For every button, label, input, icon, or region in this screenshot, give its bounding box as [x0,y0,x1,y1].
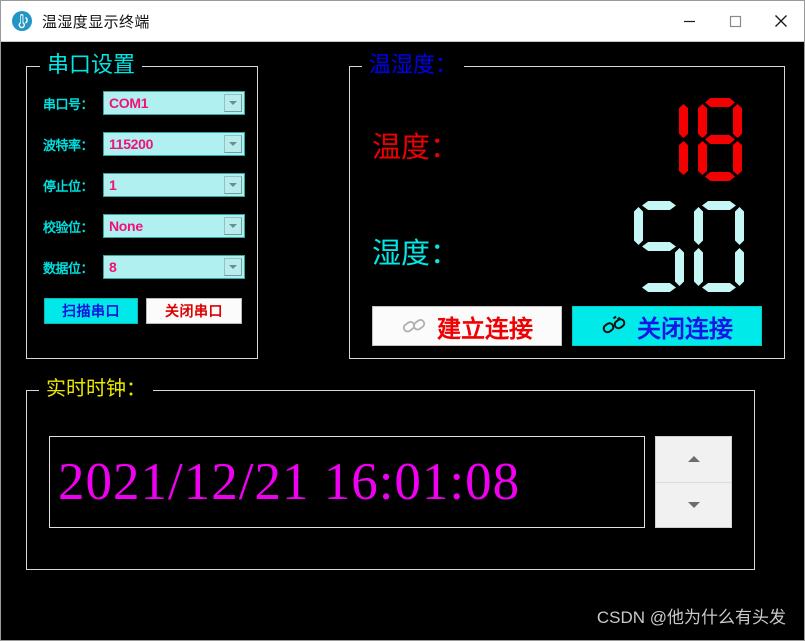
connect-button[interactable]: 建立连接 [372,306,562,346]
label-parity: 校验位： [43,219,94,235]
datetime-stepper[interactable] [655,436,732,528]
label-baudrate: 波特率： [43,137,94,153]
lcd-digit [696,96,744,184]
label-stopbits: 停止位： [43,178,94,194]
humidity-label: 湿度： [372,238,460,270]
temperature-humidity-group: 温湿度： 温度： 湿度： 建立连接 关闭连接 [349,52,785,359]
minimize-button[interactable] [666,1,712,41]
close-serial-button[interactable]: 关闭串口 [146,298,242,324]
lcd-digit [642,96,690,184]
combo-stopbits-value: 1 [109,177,117,193]
title-bar: 温湿度显示终端 [1,1,804,42]
temperature-label: 温度： [372,132,460,164]
lcd-digit [692,199,746,295]
combo-port[interactable]: COM1 [103,91,245,115]
temperature-lcd [642,96,744,184]
label-port: 串口号： [43,96,94,112]
combo-port-value: COM1 [109,95,149,111]
datetime-value: 2021/12/21 16:01:08 [58,453,521,511]
disconnect-button[interactable]: 关闭连接 [572,306,762,346]
chevron-down-icon[interactable] [224,135,242,153]
temperature-humidity-legend: 温湿度： [362,52,465,78]
serial-settings-group: 串口设置 串口号： COM1 波特率： 115200 停止位： 1 校验位： N… [26,52,258,359]
combo-databits-value: 8 [109,259,117,275]
client-area: 串口设置 串口号： COM1 波特率： 115200 停止位： 1 校验位： N… [1,42,804,640]
combo-parity[interactable]: None [103,214,245,238]
link-icon [401,315,427,337]
watermark-text: CSDN @他为什么有头发 [596,608,786,627]
humidity-lcd [632,199,746,295]
close-button[interactable] [758,1,804,41]
app-window: 温湿度显示终端 串口设置 串口号： COM1 波特率： 115200 停止位： … [0,0,805,641]
stepper-up-button[interactable] [656,437,731,482]
chevron-down-icon[interactable] [224,258,242,276]
combo-parity-value: None [109,218,143,234]
maximize-button[interactable] [712,1,758,41]
field-row-databits: 数据位： 8 [43,255,245,279]
chevron-down-icon[interactable] [224,176,242,194]
field-row-port: 串口号： COM1 [43,91,245,115]
combo-baudrate-value: 115200 [109,136,154,152]
realtime-clock-group: 实时时钟： 2021/12/21 16:01:08 [26,376,755,570]
window-controls [666,1,804,41]
lcd-digit [632,199,686,295]
realtime-clock-legend: 实时时钟： [39,376,153,402]
window-title: 温湿度显示终端 [42,13,150,31]
stepper-down-button[interactable] [656,481,731,527]
combo-baudrate[interactable]: 115200 [103,132,245,156]
field-row-stopbits: 停止位： 1 [43,173,245,197]
disconnect-button-label: 关闭连接 [637,316,733,343]
thermometer-icon [11,10,33,32]
scan-serial-button[interactable]: 扫描串口 [44,298,138,324]
label-databits: 数据位： [43,260,94,276]
datetime-field[interactable]: 2021/12/21 16:01:08 [49,436,645,528]
field-row-parity: 校验位： None [43,214,245,238]
serial-settings-legend: 串口设置 [40,52,143,78]
combo-stopbits[interactable]: 1 [103,173,245,197]
field-row-baudrate: 波特率： 115200 [43,132,245,156]
chevron-down-icon[interactable] [224,217,242,235]
connect-button-label: 建立连接 [437,316,533,343]
chevron-down-icon[interactable] [224,94,242,112]
combo-databits[interactable]: 8 [103,255,245,279]
broken-link-icon [601,315,627,337]
